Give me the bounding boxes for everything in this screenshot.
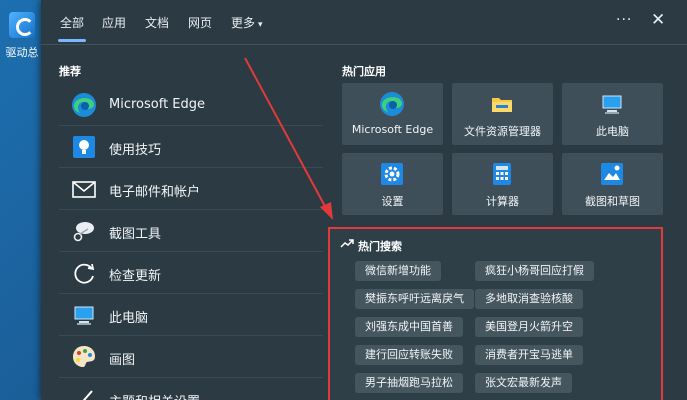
recommend-item-label: 主题和相关设置	[109, 391, 200, 400]
recommend-heading: 推荐	[59, 65, 81, 78]
paint-palette-icon	[73, 346, 95, 367]
computer-icon	[602, 95, 622, 114]
tab-web[interactable]: 网页	[188, 14, 212, 31]
hot-apps-heading: 热门应用	[342, 65, 386, 78]
driver-app-icon	[9, 12, 35, 38]
calculator-icon	[493, 163, 511, 185]
more-options-icon[interactable]: ···	[616, 12, 632, 28]
desktop-shortcut-label: 驱动总	[5, 46, 39, 59]
lightbulb-icon	[73, 136, 95, 158]
hot-search-chip[interactable]: 刘强东成中国首善	[355, 317, 463, 337]
recommend-item-tips[interactable]: 使用技巧	[59, 126, 323, 168]
desktop-shortcut[interactable]: 驱动总	[2, 8, 42, 60]
chevron-down-icon: ▾	[258, 20, 263, 30]
hot-search-chip[interactable]: 男子抽烟跑马拉松	[355, 373, 463, 393]
hot-app-label: 文件资源管理器	[464, 125, 541, 138]
recommend-item-label: 检查更新	[109, 269, 162, 284]
hot-app-label: 设置	[381, 195, 404, 208]
hot-app-this-pc[interactable]: 此电脑	[562, 83, 663, 145]
gear-icon	[381, 163, 403, 185]
hot-search-chip[interactable]: 美国登月火箭升空	[475, 317, 583, 337]
hot-app-snip-sketch[interactable]: 截图和草图	[562, 153, 663, 215]
hot-search-chip[interactable]: 消费者开宝马逃单	[475, 345, 583, 365]
mail-icon	[72, 181, 96, 198]
search-panel: 全部 应用 文档 网页 更多 ▾ ··· ✕ 推荐 Microsoft Edge …	[41, 0, 687, 400]
folder-icon	[492, 98, 512, 112]
hot-app-label: Microsoft Edge	[351, 123, 434, 136]
recommend-item-this-pc[interactable]: 此电脑	[59, 294, 323, 336]
recommend-item-label: 使用技巧	[109, 143, 162, 158]
recommend-item-mail[interactable]: 电子邮件和帐户	[59, 168, 323, 210]
tab-more[interactable]: 更多 ▾	[231, 14, 263, 31]
hot-search-chip[interactable]: 微信新增功能	[355, 261, 441, 281]
search-tab-bar: 全部 应用 文档 网页 更多 ▾ ··· ✕	[41, 0, 687, 44]
recommend-item-snipping[interactable]: 截图工具	[59, 210, 323, 252]
tab-all[interactable]: 全部	[57, 14, 87, 42]
recommend-item-label: 截图工具	[109, 227, 162, 242]
hot-app-calculator[interactable]: 计算器	[452, 153, 553, 215]
recommend-list: Microsoft Edge 使用技巧 电子邮件和帐户 截图工具 检查更新 此电…	[59, 84, 323, 400]
hot-search-chip[interactable]: 建行回应转账失败	[355, 345, 463, 365]
hot-app-settings[interactable]: 设置	[342, 153, 443, 215]
hot-app-edge[interactable]: Microsoft Edge	[342, 83, 443, 145]
snipping-tool-icon	[73, 222, 94, 242]
recommend-item-label: Microsoft Edge	[109, 97, 206, 112]
trending-icon	[340, 239, 354, 248]
snip-sketch-icon	[601, 163, 623, 185]
recommend-item-label: 电子邮件和帐户	[109, 185, 201, 200]
refresh-icon	[74, 263, 95, 284]
hot-search-heading: 热门搜索	[358, 240, 402, 253]
recommend-item-paint[interactable]: 画图	[59, 336, 323, 378]
recommend-item-label: 画图	[109, 353, 136, 368]
close-icon[interactable]: ✕	[651, 10, 665, 30]
hot-app-label: 截图和草图	[585, 195, 640, 208]
hot-search-section: 热门搜索 微信新增功能 疯狂小杨哥回应打假 樊振东呼吁远离戾气 多地取消查验核酸…	[328, 227, 663, 400]
recommend-item-update[interactable]: 检查更新	[59, 252, 323, 294]
hot-search-chip[interactable]: 疯狂小杨哥回应打假	[475, 261, 594, 281]
hot-search-chip[interactable]: 张文宏最新发声	[475, 373, 572, 393]
recommend-item-label: 此电脑	[109, 311, 149, 326]
recommend-item-theme[interactable]: 主题和相关设置	[59, 378, 323, 400]
tab-documents[interactable]: 文档	[145, 14, 169, 31]
hot-search-chip[interactable]: 多地取消查验核酸	[475, 289, 583, 309]
header-divider	[41, 44, 687, 45]
hot-app-file-explorer[interactable]: 文件资源管理器	[452, 83, 553, 145]
computer-icon	[74, 306, 94, 325]
hot-search-chip[interactable]: 樊振东呼吁远离戾气	[355, 289, 474, 309]
hot-app-label: 计算器	[486, 195, 519, 208]
edge-icon	[380, 92, 404, 116]
recommend-item-edge[interactable]: Microsoft Edge	[59, 84, 323, 126]
edge-icon	[72, 93, 96, 117]
tab-apps[interactable]: 应用	[102, 14, 126, 31]
hot-app-label: 此电脑	[596, 125, 629, 138]
brush-icon	[82, 390, 93, 400]
